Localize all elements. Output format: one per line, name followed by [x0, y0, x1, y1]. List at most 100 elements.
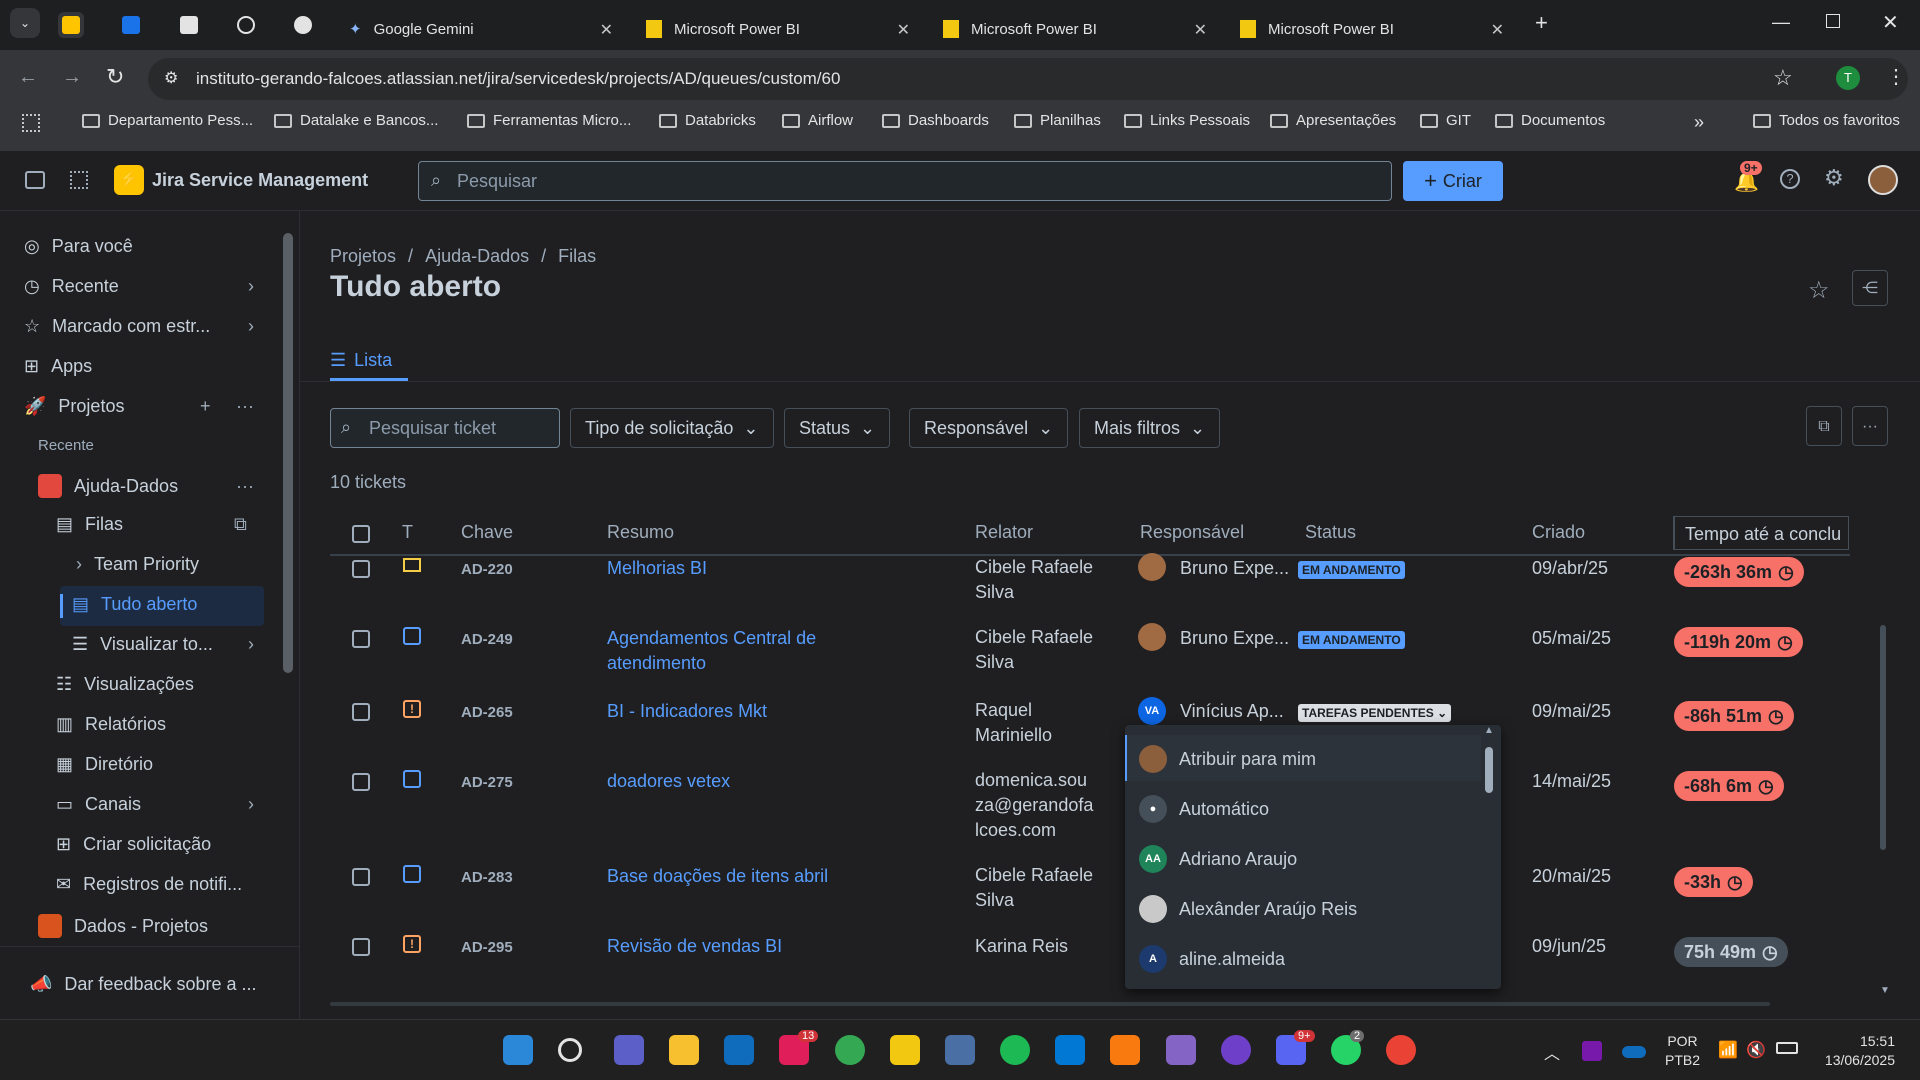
- close-window-button[interactable]: ✕: [1882, 10, 1899, 35]
- dropdown-option-automatico[interactable]: ● Automático: [1139, 795, 1269, 823]
- reload-button[interactable]: ↻: [106, 64, 124, 90]
- col-type[interactable]: T: [402, 522, 413, 543]
- tab-lista[interactable]: ☰ Lista: [330, 350, 392, 371]
- sidebar-item-visualizar[interactable]: ☰ Visualizar to... ›: [72, 634, 254, 655]
- ticket-key[interactable]: AD-249: [461, 627, 513, 652]
- github-icon[interactable]: [1221, 1035, 1251, 1065]
- app-switcher-icon[interactable]: [70, 171, 88, 189]
- app-icon[interactable]: [1166, 1035, 1196, 1065]
- more-bookmarks-button[interactable]: »: [1694, 112, 1704, 133]
- select-all-checkbox[interactable]: [352, 525, 370, 543]
- sidebar-item-diretorio[interactable]: ▦ Diretório: [56, 754, 153, 775]
- vscode-icon[interactable]: [1055, 1035, 1085, 1065]
- app-icon[interactable]: [945, 1035, 975, 1065]
- sidebar-item-projetos[interactable]: 🚀 Projetos + ···: [24, 396, 260, 417]
- share-icon[interactable]: ⋲: [1852, 270, 1888, 306]
- global-search-input[interactable]: ⌕ Pesquisar: [418, 161, 1392, 201]
- ticket-summary[interactable]: Melhorias BI: [607, 556, 707, 581]
- profile-avatar[interactable]: T: [1836, 66, 1860, 90]
- minimize-button[interactable]: —: [1772, 12, 1790, 33]
- tray-chevron-icon[interactable]: ︿: [1544, 1040, 1560, 1064]
- ticket-summary[interactable]: doadores vetex: [607, 769, 730, 794]
- filter-status[interactable]: Status ⌄: [784, 408, 891, 448]
- ticket-assignee[interactable]: Vinícius Ap...: [1180, 699, 1284, 724]
- file-explorer-icon[interactable]: [669, 1035, 699, 1065]
- open-in-new-icon[interactable]: ⧉: [1806, 406, 1842, 446]
- breadcrumb-ajuda-dados[interactable]: Ajuda-Dados: [425, 246, 529, 267]
- bookmark-folder[interactable]: Dashboards: [882, 112, 989, 129]
- clock[interactable]: 15:51 13/06/2025: [1815, 1032, 1895, 1070]
- status-dropdown[interactable]: TAREFAS PENDENTES ⌄: [1298, 704, 1452, 722]
- col-reporter[interactable]: Relator: [975, 522, 1033, 543]
- bookmark-folder[interactable]: Links Pessoais: [1124, 112, 1250, 129]
- language-indicator[interactable]: POR PTB2: [1665, 1032, 1700, 1070]
- bookmark-folder[interactable]: Datalake e Bancos...: [274, 112, 438, 129]
- bookmark-folder[interactable]: Airflow: [782, 112, 853, 129]
- app-icon[interactable]: [890, 1035, 920, 1065]
- sidebar-scrollbar[interactable]: [283, 233, 293, 673]
- sidebar-item-filas[interactable]: ▤ Filas ⧉: [56, 514, 254, 535]
- bookmark-star-icon[interactable]: ☆: [1773, 65, 1793, 91]
- sidebar-item-visualizacoes[interactable]: ☷ Visualizações: [56, 674, 194, 695]
- open-external-icon[interactable]: ⧉: [234, 514, 247, 535]
- teams-icon[interactable]: [614, 1035, 644, 1065]
- sublime-icon[interactable]: [1110, 1035, 1140, 1065]
- dropdown-option-user[interactable]: Aaline.almeida: [1139, 945, 1285, 973]
- ticket-assignee[interactable]: Bruno Expe...: [1180, 626, 1289, 651]
- bookmark-folder[interactable]: Ferramentas Micro...: [467, 112, 631, 129]
- ticket-search-input[interactable]: ⌕ Pesquisar ticket: [330, 408, 560, 448]
- tab-gemini[interactable]: ✦ Google Gemini ✕: [335, 8, 625, 50]
- col-created[interactable]: Criado: [1532, 522, 1585, 543]
- back-button[interactable]: ←: [18, 66, 38, 89]
- more-options-icon[interactable]: ···: [236, 396, 254, 417]
- close-icon[interactable]: ✕: [1194, 20, 1207, 40]
- pinned-tab-chatgpt[interactable]: [233, 12, 259, 38]
- volume-muted-icon[interactable]: 🔇: [1746, 1040, 1766, 1060]
- col-key[interactable]: Chave: [461, 522, 513, 543]
- pinned-tab-github[interactable]: [290, 12, 316, 38]
- help-icon[interactable]: ?: [1780, 169, 1800, 189]
- jira-logo[interactable]: ⚡: [114, 165, 144, 195]
- status-badge[interactable]: EM ANDAMENTO: [1298, 631, 1405, 649]
- bookmark-folder[interactable]: GIT: [1420, 112, 1471, 129]
- sidebar-item-apps[interactable]: ⊞ Apps: [24, 356, 92, 377]
- all-bookmarks-folder[interactable]: Todos os favoritos: [1753, 112, 1900, 129]
- pinned-tab-2[interactable]: [176, 12, 202, 38]
- bookmark-folder[interactable]: Apresentações: [1270, 112, 1396, 129]
- col-assignee[interactable]: Responsável: [1140, 522, 1244, 543]
- ticket-key[interactable]: AD-275: [461, 770, 513, 795]
- filter-mais-filtros[interactable]: Mais filtros ⌄: [1079, 408, 1221, 448]
- sidebar-item-team-priority[interactable]: › Team Priority: [76, 554, 199, 575]
- col-status[interactable]: Status: [1305, 522, 1356, 543]
- project-dados-projetos[interactable]: Dados - Projetos: [38, 914, 208, 938]
- more-options-icon[interactable]: ···: [236, 476, 254, 497]
- filter-responsavel[interactable]: Responsável ⌄: [909, 408, 1069, 448]
- page-scrollbar[interactable]: ▼: [1880, 985, 1892, 996]
- maximize-button[interactable]: [1826, 14, 1840, 28]
- onedrive-icon[interactable]: [1622, 1046, 1646, 1058]
- tab-powerbi-1[interactable]: Microsoft Power BI ✕: [632, 8, 922, 50]
- tab-powerbi-3[interactable]: Microsoft Power BI ✕: [1226, 8, 1516, 50]
- sidebar-item-relatorios[interactable]: ▥ Relatórios: [56, 714, 166, 735]
- bookmark-folder[interactable]: Documentos: [1495, 112, 1605, 129]
- table-vertical-scrollbar[interactable]: [1880, 625, 1886, 850]
- project-ajuda-dados[interactable]: Ajuda-Dados ···: [38, 474, 258, 498]
- dropdown-scroll-up-icon[interactable]: ▲: [1484, 725, 1494, 736]
- breadcrumb-projetos[interactable]: Projetos: [330, 246, 396, 267]
- battery-icon[interactable]: [1776, 1042, 1798, 1054]
- more-actions-icon[interactable]: ···: [1852, 406, 1888, 446]
- user-avatar[interactable]: [1868, 165, 1898, 195]
- dropdown-option-user[interactable]: Alexânder Araújo Reis: [1139, 895, 1357, 923]
- sidebar-toggle-icon[interactable]: [25, 171, 45, 189]
- star-icon[interactable]: ☆: [1808, 276, 1830, 305]
- ticket-key[interactable]: AD-265: [461, 700, 513, 725]
- sidebar-item-registros[interactable]: ✉ Registros de notifi...: [56, 874, 242, 895]
- site-info-icon[interactable]: ⚙: [164, 68, 178, 88]
- bookmark-folder[interactable]: Planilhas: [1014, 112, 1101, 129]
- ticket-key[interactable]: AD-220: [461, 557, 513, 582]
- product-name[interactable]: Jira Service Management: [152, 170, 368, 191]
- row-checkbox[interactable]: [352, 703, 370, 721]
- pinned-tab-1[interactable]: [118, 12, 144, 38]
- browser-menu-icon[interactable]: ⋮: [1886, 64, 1906, 89]
- ticket-assignee[interactable]: Bruno Expe...: [1180, 556, 1289, 581]
